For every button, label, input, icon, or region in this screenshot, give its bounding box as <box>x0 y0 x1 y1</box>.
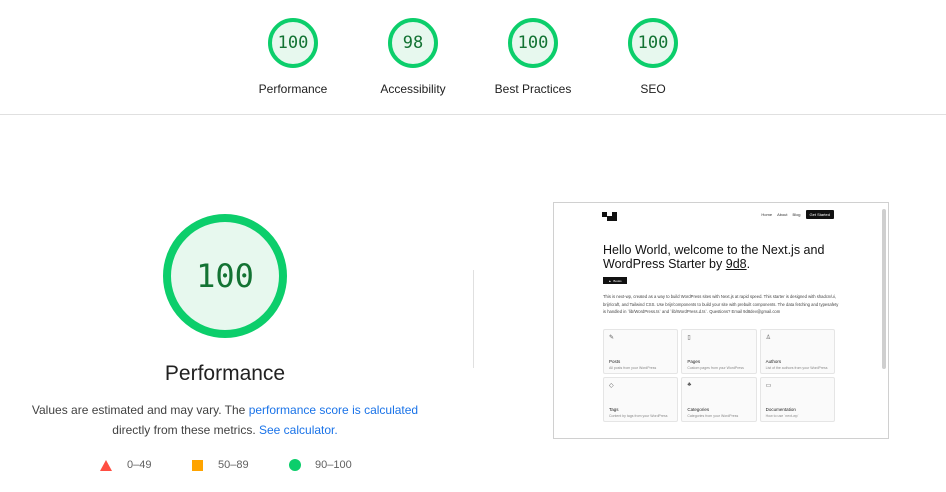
legend-fail: 0–49 <box>100 459 151 471</box>
score-ring: 100 <box>508 18 558 68</box>
pen-icon: ✎ <box>609 335 615 341</box>
gauge-accessibility[interactable]: 98 Accessibility <box>353 18 473 96</box>
gauge-seo[interactable]: 100 SEO <box>593 18 713 96</box>
vertical-divider <box>473 270 474 368</box>
gauge-performance[interactable]: 100 Performance <box>233 18 353 96</box>
play-icon: ▲ <box>608 278 612 283</box>
page-icon: ▯ <box>687 335 691 341</box>
card-posts: ✎ Posts All posts from your WordPress <box>603 329 679 374</box>
nav-links: Home About Blog Get Started <box>761 210 834 219</box>
card-pages: ▯ Pages Custom pages from your WordPress <box>681 329 757 374</box>
card-categories: ♣ Categories Categories from your WordPr… <box>681 377 757 422</box>
get-started-button: Get Started <box>805 210 834 219</box>
hero-heading: Hello World, welcome to the Next.js and … <box>603 243 825 271</box>
gauge-label: Accessibility <box>380 82 446 96</box>
user-icon: ♙ <box>765 335 772 341</box>
nav-blog: Blog <box>792 212 801 217</box>
card-tags: ◇ Tags Content by tags from your WordPre… <box>603 377 679 422</box>
tag-icon: ◇ <box>609 383 614 389</box>
triangle-icon <box>100 459 112 471</box>
books-button: ▲ Books <box>603 277 627 284</box>
gauge-best-practices[interactable]: 100 Best Practices <box>473 18 593 96</box>
see-calculator-link[interactable]: See calculator. <box>259 423 338 437</box>
gauge-label: Performance <box>258 82 328 96</box>
site-logo-icon <box>602 212 618 221</box>
nav-about: About <box>777 212 788 217</box>
folder-icon: ▭ <box>765 383 772 389</box>
card-authors: ♙ Authors List of the authors from your … <box>759 329 835 374</box>
performance-title: Performance <box>164 362 286 385</box>
final-screenshot[interactable]: Home About Blog Get Started Hello World,… <box>553 202 889 439</box>
card-documentation: ▭ Documentation How to use `next-wp` <box>759 377 835 422</box>
category-summary: 100 Performance 98 Accessibility 100 Bes… <box>0 0 946 115</box>
score-ring: 100 <box>628 18 678 68</box>
shapes-icon: ♣ <box>687 382 692 388</box>
feature-grid: ✎ Posts All posts from your WordPress ▯ … <box>603 329 835 422</box>
score-ring: 100 <box>268 18 318 68</box>
nav-home: Home <box>761 212 773 217</box>
gauge-label: Best Practices <box>494 82 572 96</box>
intro-paragraph: This is next-wp, created as a way to bui… <box>603 294 839 314</box>
legend-pass: 90–100 <box>289 459 352 471</box>
gauge-label: SEO <box>640 82 666 96</box>
performance-score-link[interactable]: performance score is calculated <box>249 403 418 417</box>
circle-icon <box>289 459 301 471</box>
performance-score-gauge: 100 <box>163 214 287 338</box>
scrollbar <box>882 209 886 369</box>
square-icon <box>192 459 203 471</box>
performance-description: Values are estimated and may vary. The p… <box>31 403 419 437</box>
performance-score: 100 <box>196 257 254 295</box>
site-nav: Home About Blog Get Started <box>602 210 834 224</box>
legend-average: 50–89 <box>192 459 249 471</box>
score-ring: 98 <box>388 18 438 68</box>
